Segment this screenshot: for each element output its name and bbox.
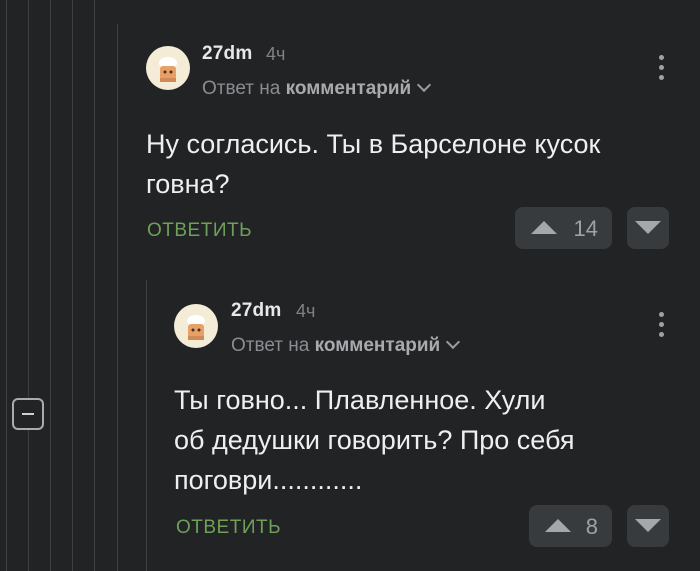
reply-to-prefix: Ответ на (202, 78, 281, 99)
username[interactable]: 27dm (202, 43, 252, 65)
avatar[interactable] (174, 304, 218, 348)
comment-text: Ты говно... Плавленное. Хули об дедушки … (174, 380, 575, 500)
comment-text-line: говна? (146, 169, 230, 199)
thread-line (28, 430, 29, 571)
reply-to-link[interactable]: Ответ на комментарий (231, 334, 461, 357)
comment-text-line: Ты говно... Плавленное. Хули (174, 385, 546, 415)
comment-text: Ну согласись. Ты в Барселоне кусок говна… (146, 124, 600, 204)
reply-to-target: комментарий (285, 78, 412, 99)
avatar-chef-icon (187, 315, 205, 340)
more-options-icon[interactable] (659, 55, 665, 85)
rating-count: 14 (573, 216, 598, 241)
timestamp: 4ч (296, 301, 316, 321)
downvote-button[interactable] (627, 505, 669, 547)
thread-line (94, 0, 95, 571)
thread-line (50, 0, 51, 571)
comment-text-line: Ну согласись. Ты в Барселоне кусок (146, 129, 601, 159)
upvote-button[interactable]: 14 (515, 207, 612, 249)
reply-button[interactable]: ОТВЕТИТЬ (147, 220, 252, 242)
thread-line (72, 0, 73, 571)
reply-to-link[interactable]: Ответ на комментарий (202, 77, 432, 100)
rating-count: 8 (585, 514, 598, 539)
username[interactable]: 27dm (231, 300, 281, 322)
minus-icon (22, 413, 34, 415)
thread-line (6, 0, 7, 571)
upvote-button[interactable]: 8 (529, 505, 612, 547)
avatar-chef-icon (159, 57, 177, 82)
arrow-down-icon (635, 221, 661, 234)
comment-text-line: об дедушки говорить? Про себя (174, 425, 575, 455)
thread-line (28, 0, 29, 398)
downvote-button[interactable] (627, 207, 669, 249)
more-options-icon[interactable] (659, 312, 665, 342)
comment-text-line: поговри............ (174, 465, 363, 495)
timestamp: 4ч (266, 44, 286, 64)
avatar[interactable] (146, 46, 190, 90)
arrow-up-icon (531, 221, 557, 234)
collapse-thread-button[interactable] (12, 398, 44, 430)
arrow-up-icon (545, 519, 571, 532)
reply-to-target: комментарий (314, 335, 441, 356)
chevron-down-icon (417, 77, 432, 93)
chevron-down-icon (446, 334, 461, 350)
reply-to-prefix: Ответ на (231, 335, 310, 356)
thread-line (117, 24, 118, 571)
arrow-down-icon (635, 519, 661, 532)
thread-line (146, 280, 147, 571)
reply-button[interactable]: ОТВЕТИТЬ (176, 517, 281, 539)
